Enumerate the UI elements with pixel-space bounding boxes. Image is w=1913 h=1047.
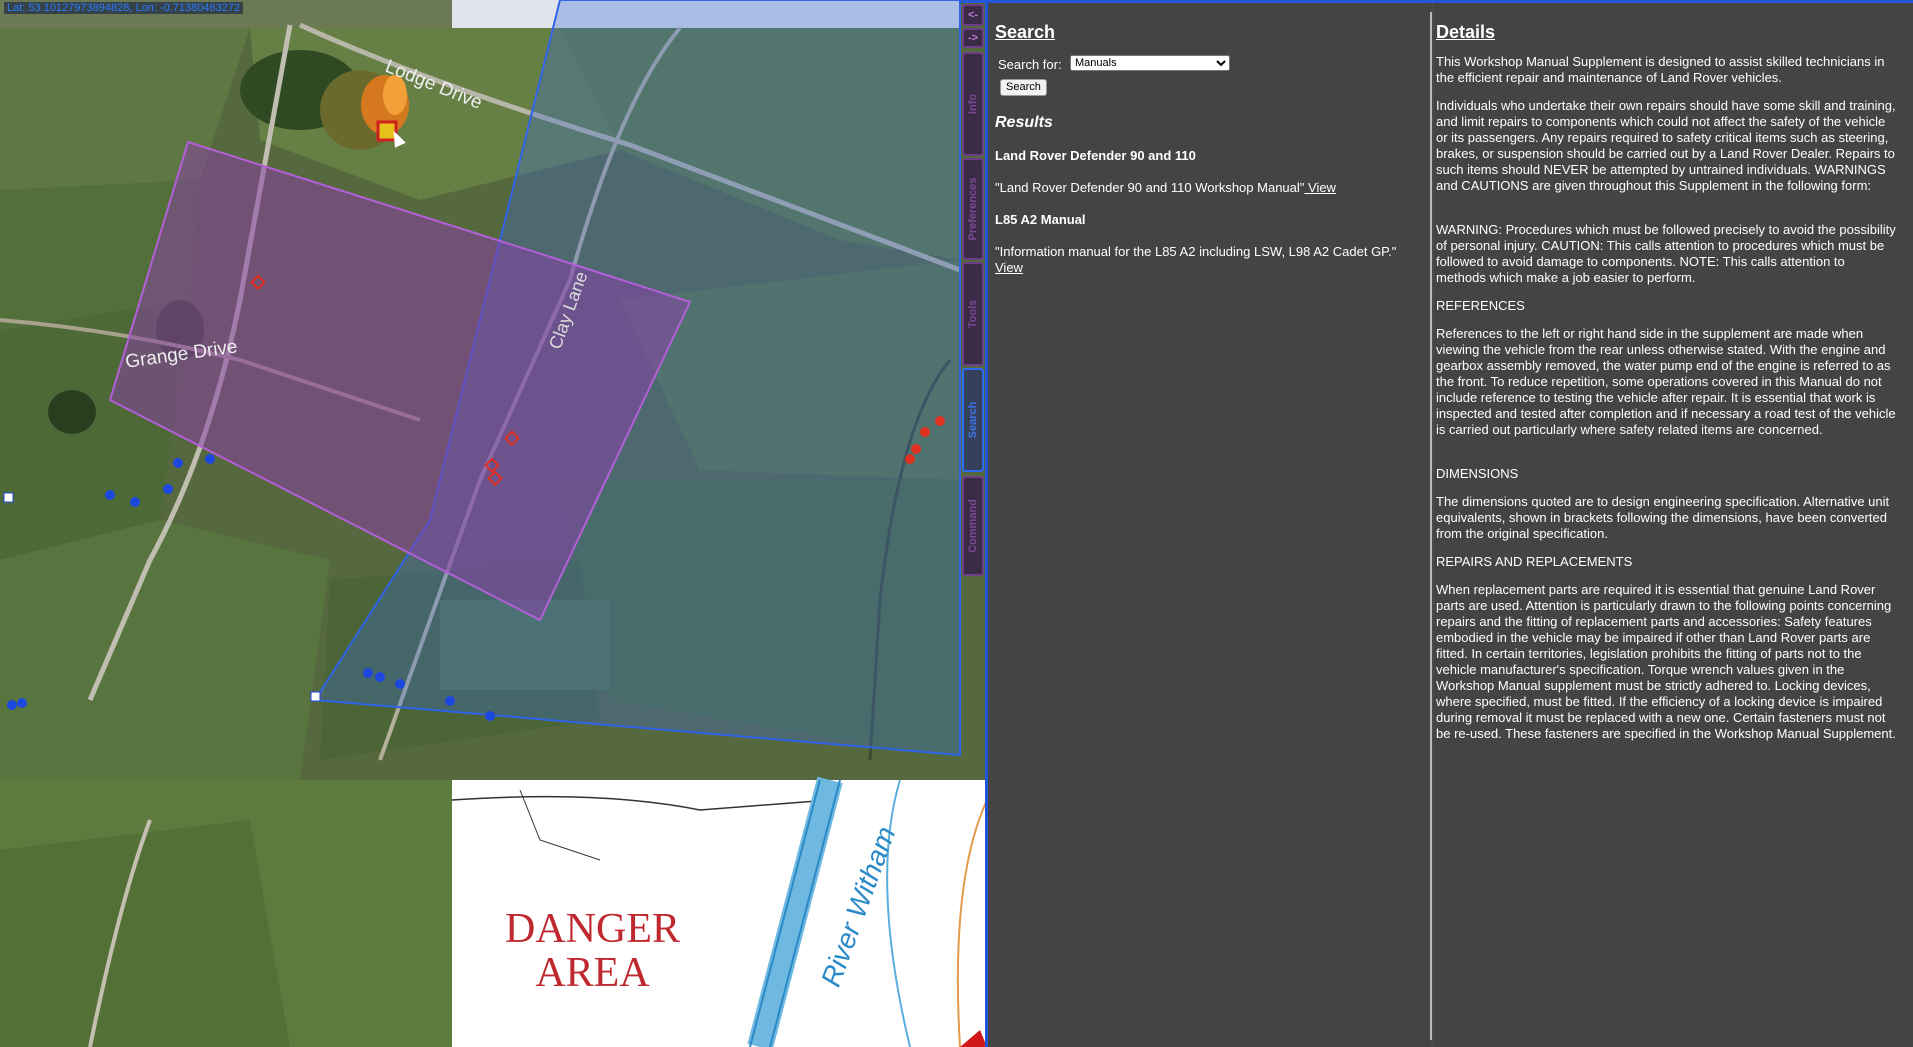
result-2-row: "Information manual for the L85 A2 inclu… bbox=[995, 244, 1425, 276]
panel-border bbox=[985, 0, 988, 1047]
side-tab-bar: <- -> Info Preferences Tools Search Comm… bbox=[960, 0, 987, 1047]
details-paragraph-4: References to the left or right hand sid… bbox=[1436, 326, 1896, 437]
details-paragraph-2: Individuals who undertake their own repa… bbox=[1436, 98, 1896, 193]
results-title: Results bbox=[995, 114, 1053, 131]
back-arrow-icon: <- bbox=[967, 9, 979, 21]
details-paragraph-6: When replacement parts are required it i… bbox=[1436, 582, 1896, 741]
top-border bbox=[960, 0, 1913, 3]
result-1-title: Land Rover Defender 90 and 110 bbox=[995, 148, 1196, 163]
map-view[interactable]: Lodge Drive Clay Lane Grange Drive River… bbox=[0, 0, 987, 1047]
tab-info-label: Info bbox=[967, 93, 979, 115]
tab-command-label: Command bbox=[967, 499, 979, 553]
danger-label-line2: AREA bbox=[535, 950, 650, 996]
tab-preferences-label: Preferences bbox=[967, 177, 979, 241]
tab-command[interactable]: Command bbox=[962, 476, 984, 576]
expand-right-button[interactable]: -> bbox=[962, 28, 984, 48]
tab-tools-label: Tools bbox=[967, 299, 979, 329]
details-heading-references: REFERENCES bbox=[1436, 298, 1525, 313]
tab-search-label: Search bbox=[967, 401, 979, 439]
aerial-imagery bbox=[0, 0, 987, 1047]
search-panel: Search Search for: Manuals Search Result… bbox=[988, 0, 1431, 1047]
search-for-label: Search for: bbox=[998, 57, 1062, 72]
search-title: Search bbox=[995, 22, 1056, 42]
result-2-title: L85 A2 Manual bbox=[995, 212, 1086, 227]
details-paragraph-3: WARNING: Procedures which must be follow… bbox=[1436, 222, 1896, 285]
result-2-view-link[interactable]: View bbox=[995, 260, 1023, 275]
tab-info[interactable]: Info bbox=[962, 52, 984, 156]
details-heading-repairs: REPAIRS AND REPLACEMENTS bbox=[1436, 554, 1633, 569]
danger-area-label: DANGER AREA bbox=[505, 907, 680, 995]
search-type-select[interactable]: Manuals bbox=[1070, 55, 1230, 71]
collapse-left-button[interactable]: <- bbox=[962, 4, 984, 26]
tab-search[interactable]: Search bbox=[962, 368, 984, 472]
panel-divider[interactable] bbox=[1430, 12, 1432, 1040]
result-1-desc: "Land Rover Defender 90 and 110 Workshop… bbox=[995, 180, 1305, 195]
danger-label-line1: DANGER bbox=[505, 906, 680, 952]
result-2-desc: "Information manual for the L85 A2 inclu… bbox=[995, 244, 1397, 259]
details-panel: Details This Workshop Manual Supplement … bbox=[1434, 0, 1913, 1047]
details-paragraph-5: The dimensions quoted are to design engi… bbox=[1436, 494, 1890, 541]
tab-tools[interactable]: Tools bbox=[962, 262, 984, 366]
details-paragraph-1: This Workshop Manual Supplement is desig… bbox=[1436, 54, 1885, 85]
tab-preferences[interactable]: Preferences bbox=[962, 158, 984, 260]
forward-arrow-icon: -> bbox=[967, 32, 979, 44]
details-heading-dimensions: DIMENSIONS bbox=[1436, 466, 1519, 481]
search-button[interactable]: Search bbox=[1000, 79, 1047, 96]
result-1-row: "Land Rover Defender 90 and 110 Workshop… bbox=[995, 180, 1455, 196]
details-title: Details bbox=[1436, 22, 1496, 42]
result-1-view-link[interactable]: View bbox=[1304, 180, 1336, 195]
coordinate-readout: Lat: 53.10127973894828, Lon: -0.71380463… bbox=[4, 2, 244, 14]
